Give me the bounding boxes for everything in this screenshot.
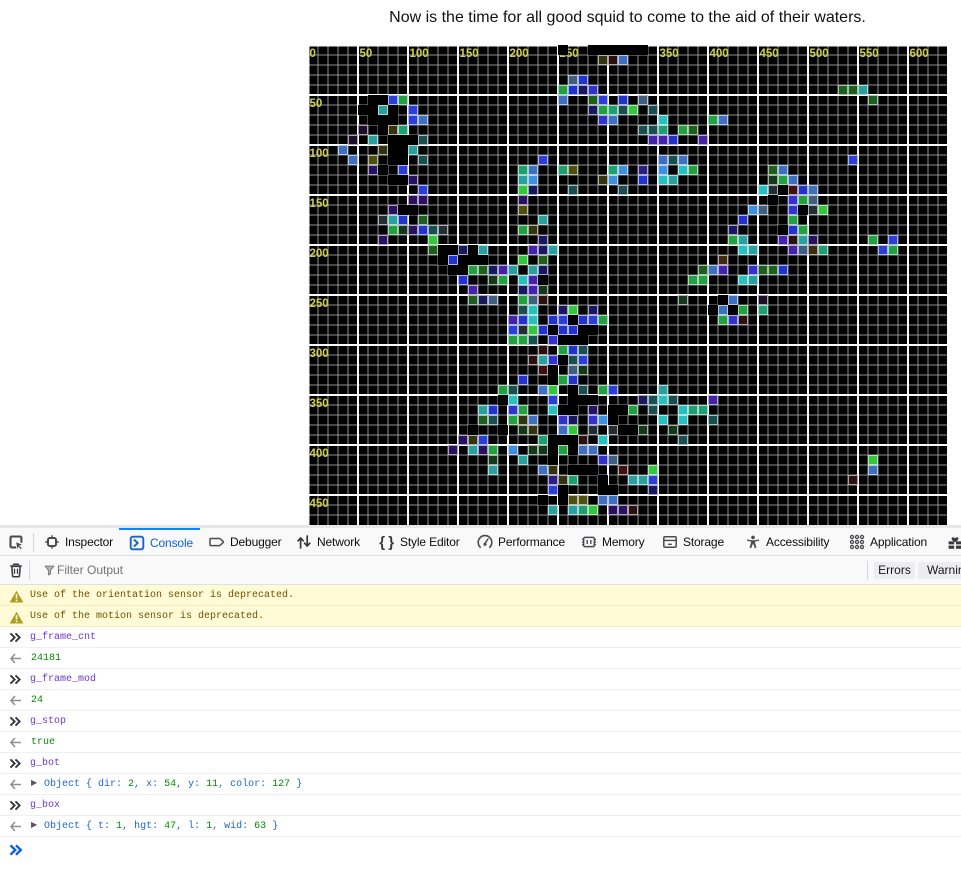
svg-text:200: 200 [310, 248, 329, 260]
svg-text:250: 250 [310, 298, 329, 310]
svg-text:100: 100 [410, 48, 429, 60]
svg-text:350: 350 [660, 48, 679, 60]
svg-text:50: 50 [360, 48, 373, 60]
svg-text:200: 200 [510, 48, 529, 60]
svg-text:100: 100 [310, 148, 329, 160]
svg-text:50: 50 [310, 98, 323, 110]
svg-text:450: 450 [310, 498, 329, 510]
svg-text:600: 600 [910, 48, 929, 60]
svg-text:500: 500 [810, 48, 829, 60]
svg-text:150: 150 [460, 48, 479, 60]
svg-text:0: 0 [310, 48, 316, 60]
svg-text:{: { [379, 534, 385, 550]
svg-text:550: 550 [860, 48, 879, 60]
svg-text:350: 350 [310, 398, 329, 410]
svg-text:150: 150 [310, 198, 329, 210]
svg-text:400: 400 [710, 48, 729, 60]
svg-text:}: } [388, 534, 394, 550]
svg-text:450: 450 [760, 48, 779, 60]
svg-text:300: 300 [310, 348, 329, 360]
svg-text:400: 400 [310, 448, 329, 460]
